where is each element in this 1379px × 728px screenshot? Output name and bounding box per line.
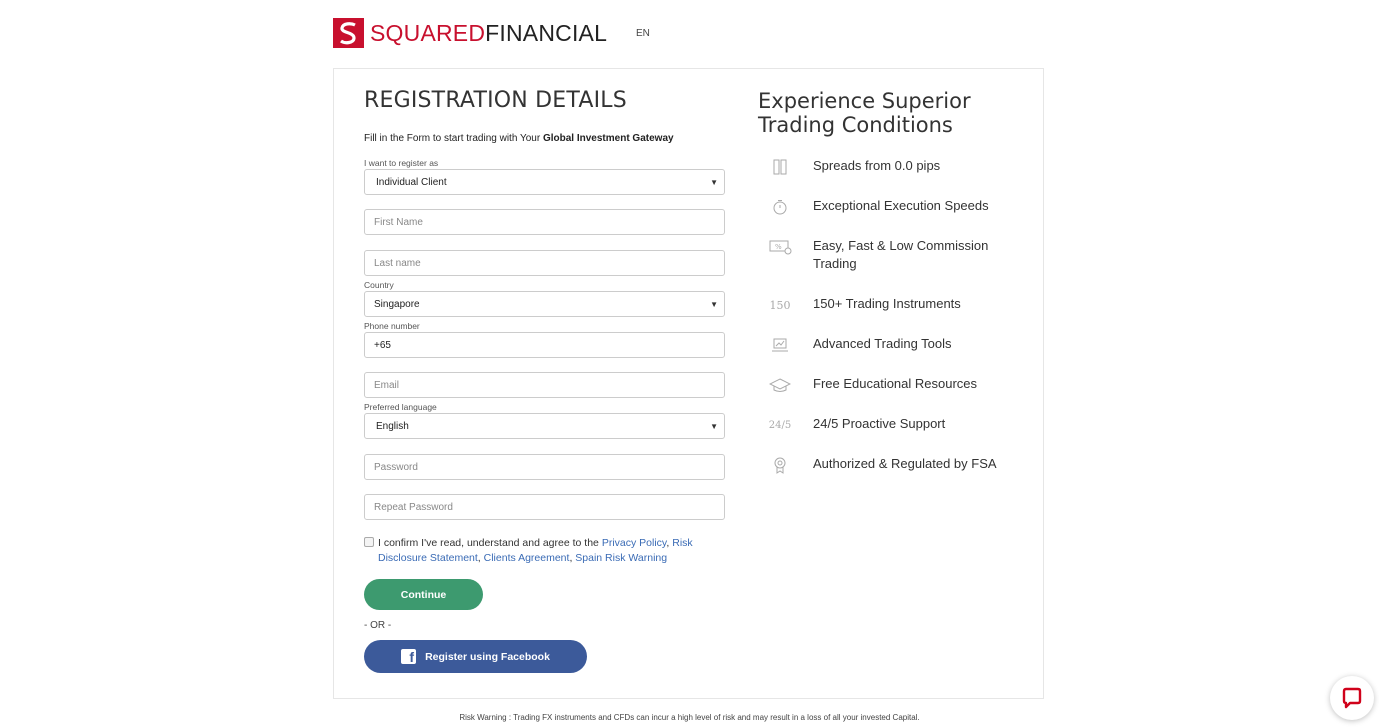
preferred-language-select[interactable]: English ▼ (364, 413, 725, 439)
intro-bold: Global Investment Gateway (542, 133, 674, 144)
benefit-text: Advanced Trading Tools (813, 336, 952, 351)
spreads-icon (765, 157, 795, 177)
country-select[interactable]: Singapore ▼ (364, 291, 725, 317)
terms-checkbox[interactable] (364, 537, 374, 547)
benefit-text: 24/5 Proactive Support (813, 416, 946, 431)
continue-button[interactable]: Continue (364, 579, 483, 610)
preferred-language-value: English (376, 420, 409, 432)
facebook-button-label: Register using Facebook (425, 650, 550, 663)
education-icon (765, 375, 795, 395)
chat-bubble-icon (1342, 687, 1362, 709)
chevron-down-icon: ▼ (710, 422, 718, 431)
phone-input[interactable]: +65 (364, 332, 725, 358)
tools-icon (765, 335, 795, 355)
country-label: Country (364, 280, 394, 290)
logo-text: SQUAREDFINANCIAL (370, 18, 607, 48)
benefit-text: Free Educational Resources (813, 376, 978, 391)
terms-prefix: I confirm I've read, understand and agre… (378, 537, 602, 549)
svg-text:%: % (775, 243, 782, 251)
repeat-password-input[interactable]: Repeat Password (364, 494, 725, 520)
first-name-input[interactable]: First Name (364, 209, 725, 235)
language-switcher[interactable]: EN (636, 28, 650, 39)
privacy-policy-link[interactable]: Privacy Policy (602, 537, 667, 549)
logo-financial: FINANCIAL (485, 20, 608, 46)
chevron-down-icon: ▼ (710, 178, 718, 187)
register-as-value: Individual Client (376, 176, 447, 188)
register-as-select[interactable]: Individual Client ▼ (364, 169, 725, 195)
country-value: Singapore (374, 298, 420, 310)
intro-text: Fill in the Form to start trading with Y… (364, 133, 543, 144)
phone-label: Phone number (364, 321, 420, 331)
facebook-register-button[interactable]: f Register using Facebook (364, 640, 587, 673)
stopwatch-icon (765, 197, 795, 217)
form-intro: Fill in the Form to start trading with Y… (364, 133, 674, 144)
benefits-title: Experience Superior Trading Conditions (758, 89, 971, 137)
facebook-icon: f (401, 649, 417, 665)
instruments-icon: 150 (765, 295, 795, 315)
benefit-text: Easy, Fast & Low Commission Trading (813, 238, 989, 271)
register-as-label: I want to register as (364, 158, 439, 168)
commission-icon: % (765, 237, 795, 257)
logo-squared: SQUARED (370, 20, 486, 46)
spain-risk-warning-link[interactable]: Spain Risk Warning (575, 552, 667, 564)
chat-button[interactable] (1330, 676, 1374, 720)
clients-agreement-link[interactable]: Clients Agreement (484, 552, 570, 564)
support-icon: 24/5 (765, 415, 795, 435)
support-glyph: 24/5 (768, 419, 792, 431)
or-divider: - OR - (364, 620, 392, 631)
regulated-icon (765, 455, 795, 475)
chevron-down-icon: ▼ (710, 300, 718, 309)
logo-mark-icon (333, 18, 364, 48)
last-name-input[interactable]: Last name (364, 250, 725, 276)
benefit-text: Spreads from 0.0 pips (813, 158, 941, 173)
terms-confirm: I confirm I've read, understand and agre… (364, 536, 724, 565)
terms-text: I confirm I've read, understand and agre… (364, 536, 724, 565)
benefit-text: Authorized & Regulated by FSA (813, 456, 997, 471)
risk-warning-footer: Risk Warning : Trading FX instruments an… (459, 713, 920, 722)
page-title: REGISTRATION DETAILS (364, 88, 627, 113)
preferred-language-label: Preferred language (364, 402, 437, 412)
logo[interactable]: SQUAREDFINANCIAL (333, 18, 607, 48)
email-input[interactable]: Email (364, 372, 725, 398)
benefit-text: 150+ Trading Instruments (813, 296, 961, 311)
password-input[interactable]: Password (364, 454, 725, 480)
benefit-text: Exceptional Execution Speeds (813, 198, 989, 213)
instruments-glyph: 150 (769, 298, 791, 312)
